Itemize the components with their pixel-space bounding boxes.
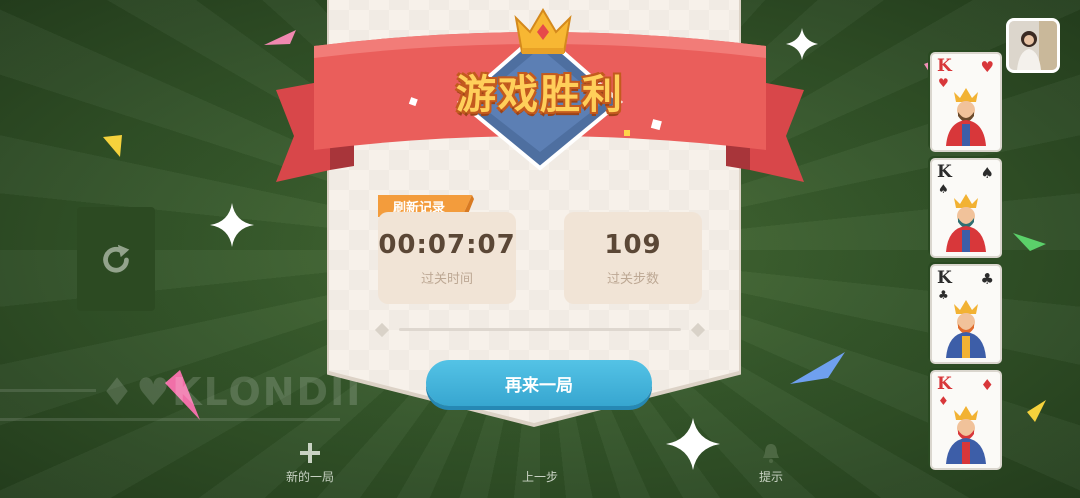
plus-icon (300, 443, 320, 463)
redeal-icon (103, 244, 130, 273)
foundation-pile-hearts[interactable]: K ♥ ♥ (928, 50, 1002, 152)
card-rank: K (937, 162, 952, 182)
new-game-label: 新的一局 (285, 470, 334, 484)
time-value: 00:07:07 (378, 229, 516, 260)
playing-card[interactable]: K ♦ ♦ (930, 370, 1002, 470)
confetti-yellow (1027, 400, 1046, 422)
crown-icon (514, 8, 572, 54)
moves-label: 过关步数 (606, 271, 659, 287)
sparkle-icon (666, 418, 720, 470)
foundation-pile-diamonds[interactable]: K ♦ ♦ (928, 368, 1002, 470)
card-suit-corner: ♣ (980, 270, 994, 288)
king-spades-face-icon (946, 194, 986, 252)
foundation-pile-spades[interactable]: K ♠ ♠ (928, 156, 1002, 258)
card-suit-corner: ♥ (980, 58, 994, 76)
confetti-green (1013, 233, 1046, 251)
victory-title: 游戏胜利 (456, 72, 624, 118)
hint-label: 提示 (758, 470, 783, 484)
playing-card[interactable]: K ♥ ♥ (930, 52, 1002, 152)
moves-stat: 109 过关步数 (564, 212, 702, 304)
bell-icon (763, 444, 779, 463)
playing-card[interactable]: K ♠ ♠ (930, 158, 1002, 258)
card-suit-corner: ♦ (980, 376, 994, 394)
play-again-button[interactable]: 再来一局 (426, 360, 652, 406)
playing-card[interactable]: K ♣ ♣ (930, 264, 1002, 364)
new-game-button[interactable]: 新的一局 (280, 442, 340, 485)
brand-divider (0, 389, 96, 392)
dialog-divider (399, 328, 681, 331)
player-avatar[interactable] (1006, 18, 1060, 73)
confetti-blue (790, 352, 845, 384)
stock-pile-redeal[interactable] (77, 207, 155, 311)
brand-divider (0, 418, 340, 421)
card-rank: K (937, 56, 952, 76)
moves-value: 109 (604, 229, 662, 260)
undo-button[interactable]: 上一步 (510, 468, 570, 485)
brand-watermark: ♦♥KLONDII (100, 370, 363, 414)
undo-label: 上一步 (521, 470, 558, 484)
king-hearts-face-icon (946, 88, 986, 146)
hint-button[interactable]: 提示 (741, 442, 801, 485)
king-diamonds-face-icon (946, 406, 986, 464)
card-rank: K (937, 374, 952, 394)
card-rank: K (937, 268, 952, 288)
avatar-image (1009, 21, 1057, 70)
card-suit-corner: ♠ (980, 164, 994, 182)
foundation-pile-clubs[interactable]: K ♣ ♣ (928, 262, 1002, 364)
confetti-yellow (103, 135, 122, 157)
king-clubs-face-icon (946, 300, 986, 358)
time-label: 过关时间 (420, 271, 473, 287)
time-stat: 00:07:07 过关时间 (378, 212, 516, 304)
sparkle-icon (210, 203, 254, 247)
